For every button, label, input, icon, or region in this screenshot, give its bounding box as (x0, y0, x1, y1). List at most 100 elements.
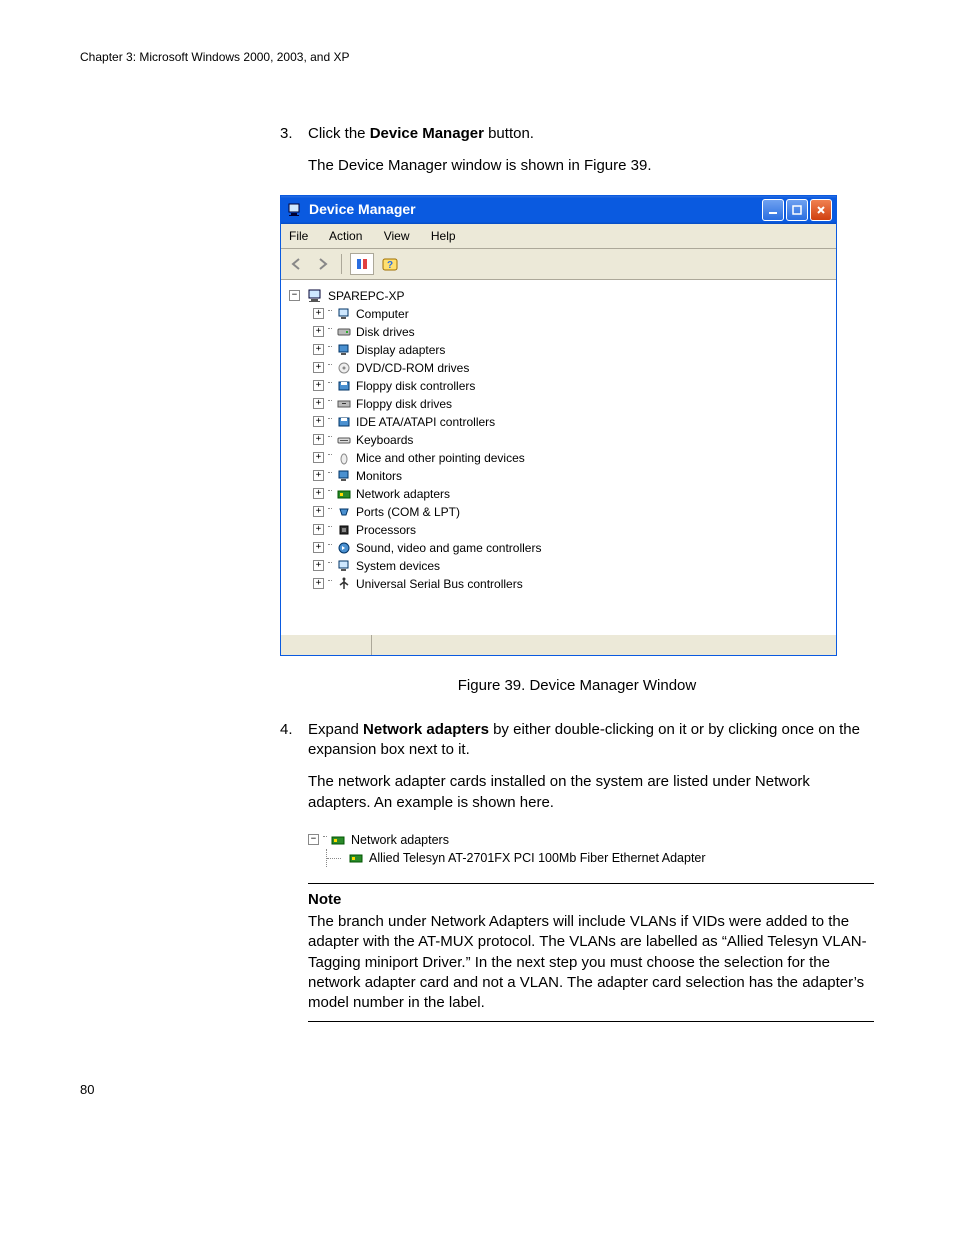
device-category-icon (336, 432, 352, 448)
expand-icon[interactable]: + (313, 344, 324, 355)
node-label: Mice and other pointing devices (356, 450, 525, 466)
tree-line (328, 328, 332, 329)
tree-node[interactable]: + Floppy disk drives (285, 395, 832, 413)
menu-file[interactable]: File (289, 229, 308, 243)
network-adapter-icon (331, 832, 347, 848)
tree-line (328, 364, 332, 365)
tree-line (328, 346, 332, 347)
expand-icon[interactable]: + (313, 470, 324, 481)
tree-line (328, 472, 332, 473)
tree-node[interactable]: + Network adapters (285, 485, 832, 503)
expand-icon[interactable]: + (313, 434, 324, 445)
tree-node[interactable]: +System devices (285, 557, 832, 575)
note-block: Note The branch under Network Adapters w… (308, 883, 874, 1023)
bold-text: Network adapters (363, 721, 489, 738)
node-label: Keyboards (356, 432, 413, 448)
device-category-icon (336, 504, 352, 520)
node-label: Disk drives (356, 324, 415, 340)
menubar: File Action View Help (281, 224, 836, 249)
expand-icon[interactable]: + (313, 488, 324, 499)
node-label: Floppy disk drives (356, 396, 452, 412)
node-label: Allied Telesyn AT-2701FX PCI 100Mb Fiber… (369, 850, 706, 867)
help-button[interactable]: ? (380, 254, 402, 274)
node-label: Processors (356, 522, 416, 538)
tree-line (328, 310, 332, 311)
maximize-button[interactable] (786, 199, 808, 221)
expand-icon[interactable]: + (313, 560, 324, 571)
properties-button[interactable] (350, 253, 374, 275)
computer-icon (308, 288, 324, 304)
root-label: SPAREPC-XP (328, 288, 404, 304)
step-number: 3. (280, 124, 308, 144)
tree-node[interactable]: + Processors (285, 521, 832, 539)
tree-line (328, 454, 332, 455)
step-3: 3. Click the Device Manager button. (280, 124, 874, 144)
expand-icon[interactable]: + (313, 380, 324, 391)
back-button[interactable] (287, 255, 307, 273)
expand-icon[interactable]: + (313, 326, 324, 337)
node-label: Display adapters (356, 342, 445, 358)
step-3-para: The Device Manager window is shown in Fi… (308, 156, 874, 176)
step-4: 4. Expand Network adapters by either dou… (280, 720, 874, 761)
tree-leaf-adapter: Allied Telesyn AT-2701FX PCI 100Mb Fiber… (308, 849, 874, 867)
expand-icon[interactable]: + (313, 542, 324, 553)
note-body: The branch under Network Adapters will i… (308, 912, 874, 1013)
tree-line (328, 562, 332, 563)
tree-node[interactable]: +IDE ATA/ATAPI controllers (285, 413, 832, 431)
tree-node[interactable]: + Mice and other pointing devices (285, 449, 832, 467)
collapse-icon[interactable]: − (308, 834, 319, 845)
network-adapters-example: − Network adapters Allied Telesyn AT-270… (308, 831, 874, 867)
expand-icon[interactable]: + (313, 578, 324, 589)
expand-icon[interactable]: + (313, 452, 324, 463)
device-category-icon (336, 450, 352, 466)
device-category-icon (336, 360, 352, 376)
device-category-icon (336, 486, 352, 502)
expand-icon[interactable]: + (313, 398, 324, 409)
tree-line (328, 580, 332, 581)
device-category-icon (336, 522, 352, 538)
tree-line (326, 849, 345, 867)
expand-icon[interactable]: + (313, 308, 324, 319)
bold-text: Device Manager (370, 125, 484, 142)
window-title: Device Manager (309, 200, 416, 219)
tree-node[interactable]: +Monitors (285, 467, 832, 485)
expand-icon[interactable]: + (313, 362, 324, 373)
tree-node[interactable]: + Sound, video and game controllers (285, 539, 832, 557)
forward-button[interactable] (313, 255, 333, 273)
minimize-button[interactable] (762, 199, 784, 221)
menu-view[interactable]: View (384, 229, 410, 243)
tree-node[interactable]: +Computer (285, 305, 832, 323)
expand-icon[interactable]: + (313, 416, 324, 427)
tree-line (323, 836, 327, 837)
tree-line (328, 508, 332, 509)
tree-node[interactable]: + Disk drives (285, 323, 832, 341)
device-category-icon (336, 378, 352, 394)
tree-node[interactable]: +Floppy disk controllers (285, 377, 832, 395)
computer-icon (287, 202, 303, 218)
node-label: Network adapters (356, 486, 450, 502)
note-title: Note (308, 890, 874, 910)
text: Click the (308, 125, 370, 142)
menu-help[interactable]: Help (431, 229, 456, 243)
device-category-icon (336, 414, 352, 430)
expand-icon[interactable]: + (313, 506, 324, 517)
collapse-icon[interactable]: − (289, 290, 300, 301)
expand-icon[interactable]: + (313, 524, 324, 535)
device-category-icon (336, 468, 352, 484)
tree-node[interactable]: +Ports (COM & LPT) (285, 503, 832, 521)
tree-line (328, 544, 332, 545)
tree-node[interactable]: +DVD/CD-ROM drives (285, 359, 832, 377)
network-adapter-icon (349, 850, 365, 866)
tree-node[interactable]: + Keyboards (285, 431, 832, 449)
toolbar: ? (281, 249, 836, 280)
tree-node[interactable]: +Universal Serial Bus controllers (285, 575, 832, 593)
node-label: Sound, video and game controllers (356, 540, 541, 556)
figure-caption: Figure 39. Device Manager Window (280, 676, 874, 696)
tree-node[interactable]: + Display adapters (285, 341, 832, 359)
menu-action[interactable]: Action (329, 229, 362, 243)
tree-line (328, 490, 332, 491)
divider (341, 254, 342, 274)
close-button[interactable] (810, 199, 832, 221)
titlebar: Device Manager (281, 196, 836, 224)
tree-root[interactable]: − SPAREPC-XP (285, 287, 832, 305)
